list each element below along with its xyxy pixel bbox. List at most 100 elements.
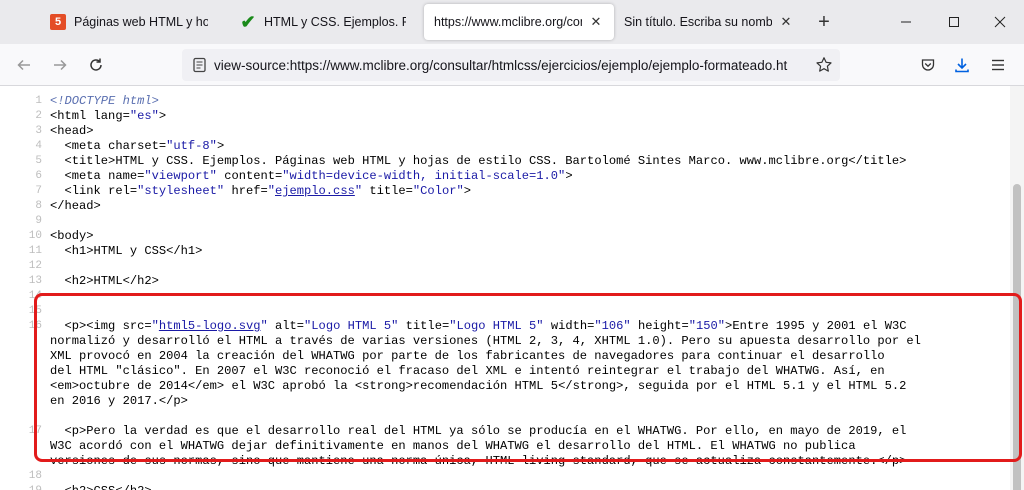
source-token: W3C acordó con el WHATWG dejar definitiv… [50,439,856,453]
source-code: <title>HTML y CSS. Ejemplos. Páginas web… [50,154,907,169]
source-token: src= [122,319,152,333]
source-token: "150" [688,319,726,333]
source-token: </h2> [122,274,159,288]
source-token: "viewport" [144,169,217,183]
line-number: 15 [28,305,42,317]
tab-html-css-ejemplos[interactable]: ✔ HTML y CSS. Ejemplos. Pá [230,4,416,40]
url-text[interactable]: view-source:https://www.mclibre.org/cons… [214,58,798,73]
new-tab-button[interactable]: + [814,11,834,33]
close-tab-icon[interactable]: ✕ [778,14,794,30]
forward-icon[interactable] [48,53,72,77]
line-number: 19 [0,484,42,490]
source-token: </p> [877,454,907,468]
source-token: <title> [50,154,116,168]
source-token: <p> [50,424,87,438]
line-number: 16 [28,320,42,332]
navigation-toolbar: view-source:https://www.mclibre.org/cons… [0,44,1024,86]
source-line: versiones de sus normas, sino que mantie… [0,454,1010,469]
source-token: <html [50,109,94,123]
back-icon[interactable] [12,53,36,77]
source-token: octubre de 2014 [79,379,188,393]
vertical-scrollbar[interactable] [1010,86,1024,490]
source-line: 18 [0,469,1010,484]
source-link[interactable]: html5-logo.svg [159,319,261,333]
source-link[interactable]: ejemplo.css [275,184,355,198]
source-token: versiones de sus normas, sino que mantie… [50,454,878,468]
line-number: 7 [35,185,42,197]
source-code: <meta charset="utf-8"> [50,139,225,154]
line-number: 5 [35,155,42,167]
source-token: > [463,184,471,198]
download-icon[interactable] [950,53,974,77]
source-code: <h2>CSS</h2> [50,484,152,490]
line-number: 4 [35,140,42,152]
source-line: 9 [0,214,1010,229]
close-icon[interactable] [990,12,1010,32]
source-line: 5 <title>HTML y CSS. Ejemplos. Páginas w… [0,154,1010,169]
source-token: "Logo HTML 5" [449,319,544,333]
source-token: "stylesheet" [137,184,225,198]
source-code: <h2>HTML</h2> [50,274,159,289]
source-code: <body> [50,229,94,244]
reload-icon[interactable] [84,53,108,77]
source-token: </p> [158,394,188,408]
minimize-icon[interactable] [896,12,916,32]
maximize-icon[interactable] [944,12,964,32]
source-line: 12 [0,259,1010,274]
source-code: <h1>HTML y CSS</h1> [50,244,203,259]
source-line: 3 <head> [0,124,1010,139]
source-token: XML provocó en 2004 la creación del WHAT… [50,349,885,363]
source-token: <meta [50,169,109,183]
line-number: 8 [35,200,42,212]
close-tab-icon[interactable]: ✕ [588,14,604,30]
source-token: HTML [93,274,123,288]
tab-title: Páginas web HTML y hoja [74,15,208,29]
tab-title: https://www.mclibre.org/con [434,15,582,29]
source-token: "106" [594,319,631,333]
source-token: </strong> [558,379,624,393]
line-number: 17 [28,425,42,437]
source-token: , seguida por el HTML 5.1 y el HTML 5.2 [623,379,907,393]
line-number: 12 [28,260,42,272]
source-line: 7 <link rel="stylesheet" href="ejemplo.c… [0,184,1010,199]
line-number: 10 [28,230,42,242]
source-token: CSS [94,484,116,490]
source-token: rel= [108,184,138,198]
source-token: <p><img [50,319,123,333]
tab-sin-titulo[interactable]: Sin título. Escriba su nombre. ✕ [614,4,804,40]
tab-strip: 5 Páginas web HTML y hoja ✔ HTML y CSS. … [0,0,1024,44]
line-number: 2 [35,110,42,122]
source-token: name= [108,169,145,183]
source-token: <meta [50,139,109,153]
source-token: height= [630,319,689,333]
source-token: " [267,184,275,198]
source-code: <head> [50,124,94,139]
bookmark-star-icon[interactable] [814,55,834,75]
pocket-icon[interactable] [916,53,940,77]
source-line [0,409,1010,424]
source-line: 13 <h2>HTML</h2> [0,274,1010,289]
source-line: 6 <meta name="viewport" content="width=d… [0,169,1010,184]
source-token: title= [398,319,450,333]
menu-icon[interactable] [986,53,1010,77]
tab-title: Sin título. Escriba su nombre. [624,15,772,29]
source-line: normalizó y desarrolló el HTML a través … [0,334,1010,349]
source-code: <p>Pero la verdad es que el desarrollo r… [50,424,907,439]
source-token: </em> [187,379,225,393]
source-code: <p><img src="html5-logo.svg" alt="Logo H… [50,319,907,334]
source-token: HTML y CSS. Ejemplos. Páginas web HTML y… [115,154,849,168]
tab-paginas-web[interactable]: 5 Páginas web HTML y hoja [40,4,218,40]
source-token: </title> [848,154,907,168]
source-token: </h2> [115,484,151,490]
source-view[interactable]: 1 <!DOCTYPE html> 2 <html lang="es"> 3 <head>… [0,86,1024,490]
source-token: "Color" [412,184,464,198]
source-token: <h2> [50,484,94,490]
tab-view-source[interactable]: https://www.mclibre.org/con ✕ [424,4,614,40]
scrollbar-thumb[interactable] [1013,184,1021,490]
source-code: W3C acordó con el WHATWG dejar definitiv… [50,439,856,454]
source-line: <em>octubre de 2014</em> el W3C aprobó l… [0,379,1010,394]
source-token: <strong> [354,379,413,393]
address-bar[interactable]: view-source:https://www.mclibre.org/cons… [182,49,840,81]
source-token: Pero la verdad es que el desarrollo real… [86,424,907,438]
page-info-icon[interactable] [186,57,214,73]
